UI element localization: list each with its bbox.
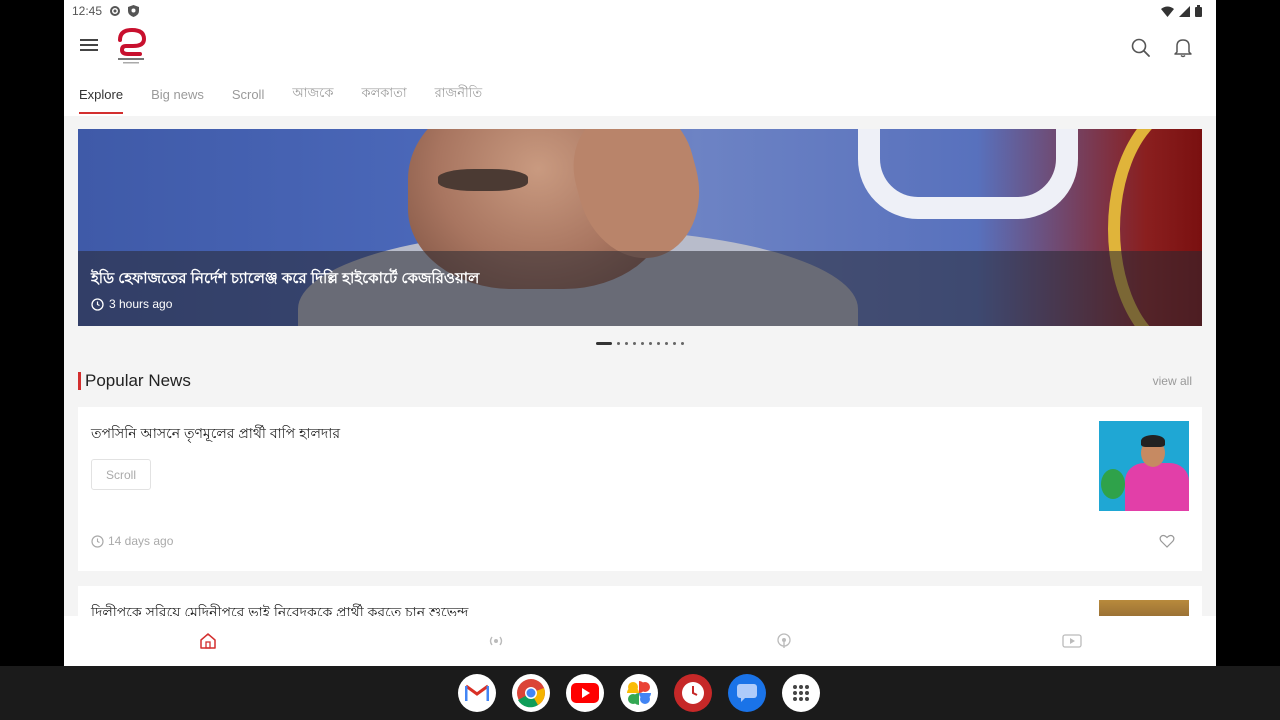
carousel-indicator (64, 342, 1216, 345)
app-screen: 12:45 Explore Big news Scroll আজকে কলকাত… (64, 0, 1216, 666)
category-tabs: Explore Big news Scroll আজকে কলকাতা রাজন… (64, 72, 1216, 116)
heart-icon[interactable] (1159, 533, 1175, 549)
youtube-icon[interactable] (566, 674, 604, 712)
app-bar (64, 22, 1216, 72)
news-card-title: দিলীপকে সরিয়ে মেদিনীপুরে ভাই নিবেদককে প… (91, 604, 469, 616)
news-card-tag[interactable]: Scroll (91, 459, 152, 490)
news-card-time-text: 14 days ago (108, 534, 174, 548)
clock-icon (91, 534, 104, 548)
notification-bell-icon[interactable] (1172, 36, 1194, 58)
menu-icon (80, 39, 98, 41)
feed-content: ইডি হেফাজতের নির্দেশ চ্যালেঞ্জ করে দিল্ল… (64, 116, 1216, 616)
news-card-thumbnail (1099, 421, 1189, 511)
tab-scroll[interactable]: Scroll (218, 72, 279, 116)
hero-timestamp: 3 hours ago (91, 297, 172, 311)
signal-icon (1179, 5, 1190, 17)
tab-big-news[interactable]: Big news (137, 72, 218, 116)
app-drawer-icon[interactable] (782, 674, 820, 712)
brand-logo[interactable] (114, 26, 148, 68)
carousel-dot[interactable] (657, 342, 660, 345)
gmail-icon[interactable] (458, 674, 496, 712)
photos-icon[interactable] (620, 674, 658, 712)
battery-icon (1195, 5, 1202, 17)
news-card-title: তপসিনি আসনে তৃণমূলের প্রার্থী বাপি হালদা… (91, 425, 341, 441)
tab-kolkata[interactable]: কলকাতা (347, 72, 420, 116)
news-card-thumbnail (1099, 600, 1189, 616)
nav-video[interactable] (928, 616, 1216, 666)
status-time: 12:45 (72, 4, 103, 18)
system-dock (0, 666, 1280, 720)
tab-politics[interactable]: রাজনীতি (421, 72, 497, 116)
tab-today[interactable]: আজকে (278, 72, 347, 116)
hero-image-moustache (438, 169, 528, 191)
messages-icon[interactable] (728, 674, 766, 712)
carousel-dot[interactable] (649, 342, 652, 345)
carousel-dot[interactable] (596, 342, 612, 345)
chrome-icon[interactable] (512, 674, 550, 712)
status-bar: 12:45 (64, 0, 1216, 22)
hero-background-logo (858, 129, 1078, 219)
wifi-icon (1161, 6, 1174, 17)
clock-app-icon[interactable] (674, 674, 712, 712)
hero-carousel-slide[interactable]: ইডি হেফাজতের নির্দেশ চ্যালেঞ্জ করে দিল্ল… (78, 129, 1202, 326)
section-accent-bar (78, 372, 81, 390)
carousel-dot[interactable] (633, 342, 636, 345)
carousel-dot[interactable] (681, 342, 684, 345)
shield-status-icon (128, 5, 140, 17)
news-card[interactable]: তপসিনি আসনে তৃণমূলের প্রার্থী বাপি হালদা… (78, 407, 1202, 571)
nav-podcast[interactable] (640, 616, 928, 666)
carousel-dot[interactable] (641, 342, 644, 345)
nav-live[interactable] (352, 616, 640, 666)
bottom-navigation (64, 616, 1216, 666)
carousel-dot[interactable] (625, 342, 628, 345)
nav-home[interactable] (64, 616, 352, 666)
carousel-dot[interactable] (617, 342, 620, 345)
podcast-icon (777, 633, 791, 648)
settings-status-icon (110, 6, 121, 16)
search-icon[interactable] (1130, 37, 1152, 59)
carousel-dot[interactable] (673, 342, 676, 345)
hero-time-text: 3 hours ago (109, 297, 173, 311)
news-card[interactable]: দিলীপকে সরিয়ে মেদিনীপুরে ভাই নিবেদককে প… (78, 586, 1202, 616)
hero-headline: ইডি হেফাজতের নির্দেশ চ্যালেঞ্জ করে দিল্ল… (91, 270, 480, 287)
news-card-time: 14 days ago (91, 534, 173, 548)
section-title: Popular News (85, 371, 191, 390)
home-icon (200, 633, 216, 649)
clock-icon (91, 297, 104, 311)
carousel-dot[interactable] (665, 342, 668, 345)
broadcast-icon (489, 636, 503, 646)
tab-explore[interactable]: Explore (79, 72, 137, 116)
video-icon (1062, 634, 1082, 648)
view-all-link[interactable]: view all (1153, 374, 1192, 388)
menu-button[interactable] (78, 36, 100, 58)
popular-news-header: Popular News view all (78, 370, 1202, 392)
